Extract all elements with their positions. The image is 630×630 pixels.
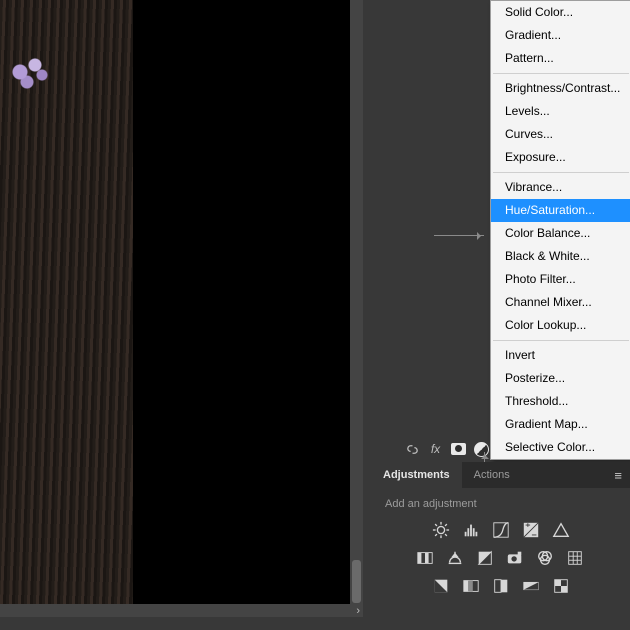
panel-tabs: Adjustments Actions ≡ [371, 462, 630, 488]
adjustment-layer-menu[interactable]: Solid Color...Gradient...Pattern... Brigh… [490, 0, 630, 460]
pointer-arrow-icon [434, 235, 484, 236]
canvas-fill [133, 0, 350, 604]
menu-item-gradient-map[interactable]: Gradient Map... [491, 413, 630, 436]
vibrance-icon[interactable] [551, 521, 571, 539]
tab-adjustments[interactable]: Adjustments [371, 462, 462, 488]
menu-item-color-lookup[interactable]: Color Lookup... [491, 314, 630, 337]
menu-item-invert[interactable]: Invert [491, 344, 630, 367]
menu-item-posterize[interactable]: Posterize... [491, 367, 630, 390]
menu-item-vibrance[interactable]: Vibrance... [491, 176, 630, 199]
canvas-area[interactable] [0, 0, 350, 604]
channel-mixer-icon[interactable] [535, 549, 555, 567]
exposure-icon[interactable] [521, 521, 541, 539]
posterize-icon[interactable] [461, 577, 481, 595]
menu-item-brightness-contrast[interactable]: Brightness/Contrast... [491, 77, 630, 100]
menu-item-levels[interactable]: Levels... [491, 100, 630, 123]
invert-icon[interactable] [431, 577, 451, 595]
menu-item-photo-filter[interactable]: Photo Filter... [491, 268, 630, 291]
menu-item-selective-color[interactable]: Selective Color... [491, 436, 630, 459]
link-layers-icon[interactable] [405, 442, 420, 457]
gradient-map-icon[interactable] [521, 577, 541, 595]
layer-mask-icon[interactable] [451, 442, 466, 457]
black-white-icon[interactable] [475, 549, 495, 567]
adjustment-icon-row-2 [371, 544, 630, 572]
levels-icon[interactable] [461, 521, 481, 539]
menu-item-exposure[interactable]: Exposure... [491, 146, 630, 169]
menu-item-channel-mixer[interactable]: Channel Mixer... [491, 291, 630, 314]
canvas-image [0, 0, 133, 604]
adjustment-icon-row-1 [371, 516, 630, 544]
selective-color-icon[interactable] [551, 577, 571, 595]
tab-actions[interactable]: Actions [462, 462, 522, 488]
horizontal-scrollbar[interactable]: › [0, 604, 363, 617]
hue-saturation-icon[interactable] [415, 549, 435, 567]
color-balance-icon[interactable] [445, 549, 465, 567]
panel-subtitle: Add an adjustment [371, 488, 630, 516]
menu-item-black-white[interactable]: Black & White... [491, 245, 630, 268]
menu-item-threshold[interactable]: Threshold... [491, 390, 630, 413]
brightness-contrast-icon[interactable] [431, 521, 451, 539]
color-lookup-icon[interactable] [565, 549, 585, 567]
menu-item-hue-saturation[interactable]: Hue/Saturation... [491, 199, 630, 222]
photo-filter-icon[interactable] [505, 549, 525, 567]
adjustments-panel: Adjustments Actions ≡ Add an adjustment [371, 462, 630, 600]
chevron-right-icon: › [356, 605, 360, 617]
threshold-icon[interactable] [491, 577, 511, 595]
panel-menu-icon[interactable]: ≡ [614, 468, 622, 483]
menu-item-solid-color[interactable]: Solid Color... [491, 1, 630, 24]
vertical-scrollbar[interactable] [350, 0, 363, 604]
menu-item-pattern[interactable]: Pattern... [491, 47, 630, 70]
adjustment-icon-row-3 [371, 572, 630, 600]
fx-icon[interactable]: fx [428, 442, 443, 457]
scroll-thumb[interactable] [352, 560, 361, 603]
menu-item-curves[interactable]: Curves... [491, 123, 630, 146]
menu-item-color-balance[interactable]: Color Balance... [491, 222, 630, 245]
curves-icon[interactable] [491, 521, 511, 539]
menu-item-gradient[interactable]: Gradient... [491, 24, 630, 47]
